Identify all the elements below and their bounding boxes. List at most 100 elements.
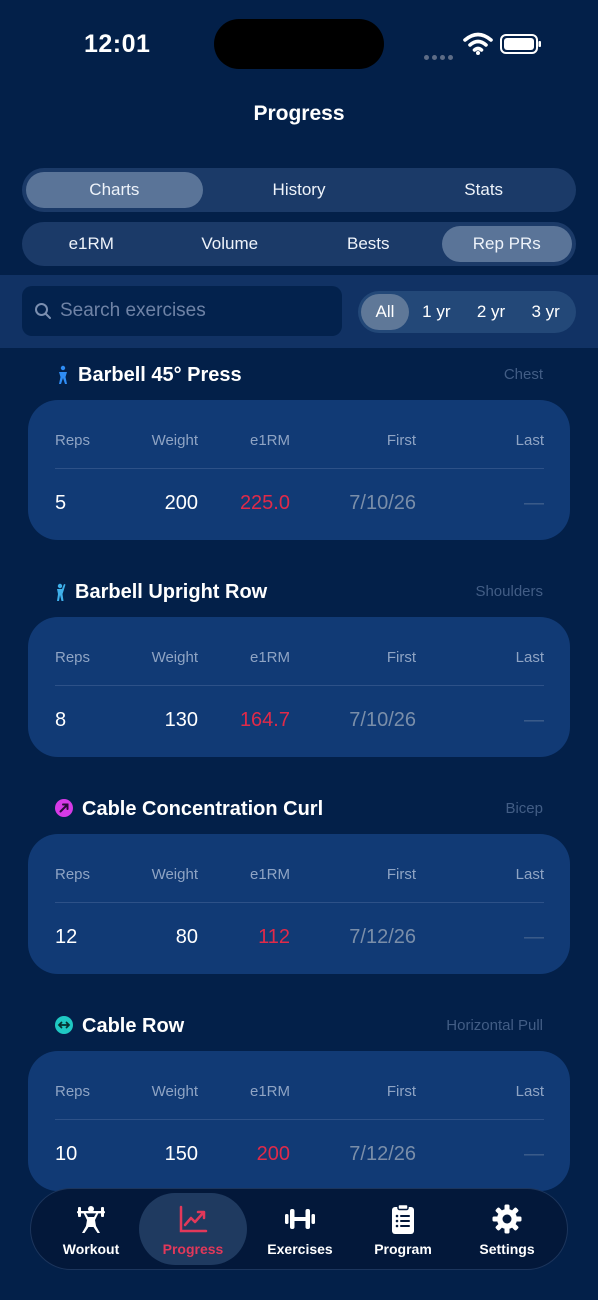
cell-reps: 10 [55,1143,78,1165]
column-header-last: Last [515,432,544,449]
tab-e1rm[interactable]: e1RM [26,226,157,262]
tab-label: Progress [162,1241,224,1257]
column-header-weight: Weight [151,866,198,883]
column-header-reps: Reps [55,866,91,883]
column-header-e1rm: e1RM [249,1083,290,1100]
cell-e1rm: 200 [256,1143,290,1165]
range-3-yr[interactable]: 3 yr [518,294,573,330]
main-segmented-control: Charts History Stats [22,168,576,212]
cell-last: — [524,1143,544,1165]
tab-progress[interactable]: Progress [139,1193,247,1265]
tab-label: Workout [62,1241,120,1257]
tab-volume[interactable]: Volume [165,226,296,262]
search-box[interactable] [22,286,342,336]
tab-history[interactable]: History [211,172,388,208]
column-header-weight: Weight [151,432,198,449]
exercise-name: Barbell Upright Row [75,581,268,603]
column-header-e1rm: e1RM [249,432,290,449]
exercise-name: Barbell 45° Press [78,364,242,386]
exercise-category: Bicep [505,800,543,817]
divider [55,468,544,469]
column-header-first: First [386,1083,416,1100]
time-range-control: All 1 yr 2 yr 3 yr [358,291,576,333]
tab-rep-prs[interactable]: Rep PRs [441,226,572,262]
dumbbell-icon [285,1209,315,1229]
cell-e1rm: 164.7 [239,709,290,731]
column-header-last: Last [515,649,544,666]
trend-chart-icon [179,1205,208,1233]
tab-bar: Workout Progress Exercises Program Setti… [30,1188,568,1270]
exercise-header[interactable]: Barbell Upright Row Shoulders [0,579,598,609]
cell-e1rm: 112 [258,926,290,948]
tab-label: Program [374,1241,432,1257]
cell-weight: 80 [175,926,198,948]
column-header-last: Last [515,1083,544,1100]
search-input[interactable] [60,286,330,336]
rep-pr-card: Reps Weight e1RM First Last 5 200 225.0 … [28,400,570,540]
exercise-category: Chest [503,366,543,383]
cell-reps: 8 [55,709,67,731]
column-header-reps: Reps [55,432,91,449]
exercise-category: Shoulders [475,583,543,600]
status-time: 12:01 [84,30,151,58]
wifi-icon [463,32,493,55]
tab-workout[interactable]: Workout [37,1193,145,1265]
column-header-last: Last [515,866,544,883]
rep-pr-card: Reps Weight e1RM First Last 10 150 200 7… [28,1051,570,1191]
cell-first: 7/10/26 [349,492,416,514]
exercise-header[interactable]: Cable Row Horizontal Pull [0,1013,598,1043]
exercise-section: Cable Concentration Curl Bicep Reps Weig… [0,796,598,1006]
rep-pr-card: Reps Weight e1RM First Last 8 130 164.7 … [28,617,570,757]
exercise-category: Horizontal Pull [446,1017,543,1034]
rep-pr-card: Reps Weight e1RM First Last 12 80 112 7/… [28,834,570,974]
column-header-e1rm: e1RM [249,866,290,883]
column-header-weight: Weight [151,649,198,666]
column-header-first: First [386,866,416,883]
range-2-yr[interactable]: 2 yr [464,294,519,330]
exercise-name: Cable Concentration Curl [82,798,324,820]
cell-e1rm: 225.0 [239,492,290,514]
cell-last: — [524,709,544,731]
cell-weight: 200 [164,492,198,514]
tab-label: Exercises [267,1241,333,1257]
weightlifter-icon [77,1206,105,1233]
cell-weight: 150 [164,1143,198,1165]
cell-last: — [524,926,544,948]
person-standing-icon [59,365,67,384]
curl-arrow-icon [55,799,73,817]
page-title: Progress [253,102,345,125]
tab-program[interactable]: Program [349,1193,457,1265]
exercise-section: Barbell 45° Press Chest Reps Weight e1RM… [0,362,598,572]
dynamic-island [214,19,384,69]
cell-last: — [524,492,544,514]
clipboard-icon [392,1203,414,1234]
tab-label: Settings [479,1241,535,1257]
column-header-reps: Reps [55,1083,91,1100]
gear-icon [492,1204,522,1234]
cell-weight: 130 [164,709,198,731]
divider [55,902,544,903]
range-all[interactable]: All [361,294,409,330]
person-arms-up-icon [57,583,66,601]
cell-first: 7/12/26 [349,1143,416,1165]
horizontal-arrows-icon [55,1016,73,1034]
divider [55,1119,544,1120]
column-header-first: First [386,432,416,449]
battery-icon [500,34,541,54]
tab-stats[interactable]: Stats [395,172,572,208]
cell-first: 7/12/26 [349,926,416,948]
cell-reps: 12 [55,926,78,948]
column-header-reps: Reps [55,649,91,666]
exercise-header[interactable]: Cable Concentration Curl Bicep [0,796,598,826]
cell-first: 7/10/26 [349,709,416,731]
tab-charts[interactable]: Charts [26,172,203,208]
exercise-header[interactable]: Barbell 45° Press Chest [0,362,598,392]
column-header-first: First [386,649,416,666]
column-header-weight: Weight [151,1083,198,1100]
tab-bests[interactable]: Bests [303,226,434,262]
tab-exercises[interactable]: Exercises [246,1193,354,1265]
range-1-yr[interactable]: 1 yr [409,294,464,330]
tab-settings[interactable]: Settings [453,1193,561,1265]
cellular-signal-icon [424,47,456,60]
exercise-name: Cable Row [82,1015,185,1037]
